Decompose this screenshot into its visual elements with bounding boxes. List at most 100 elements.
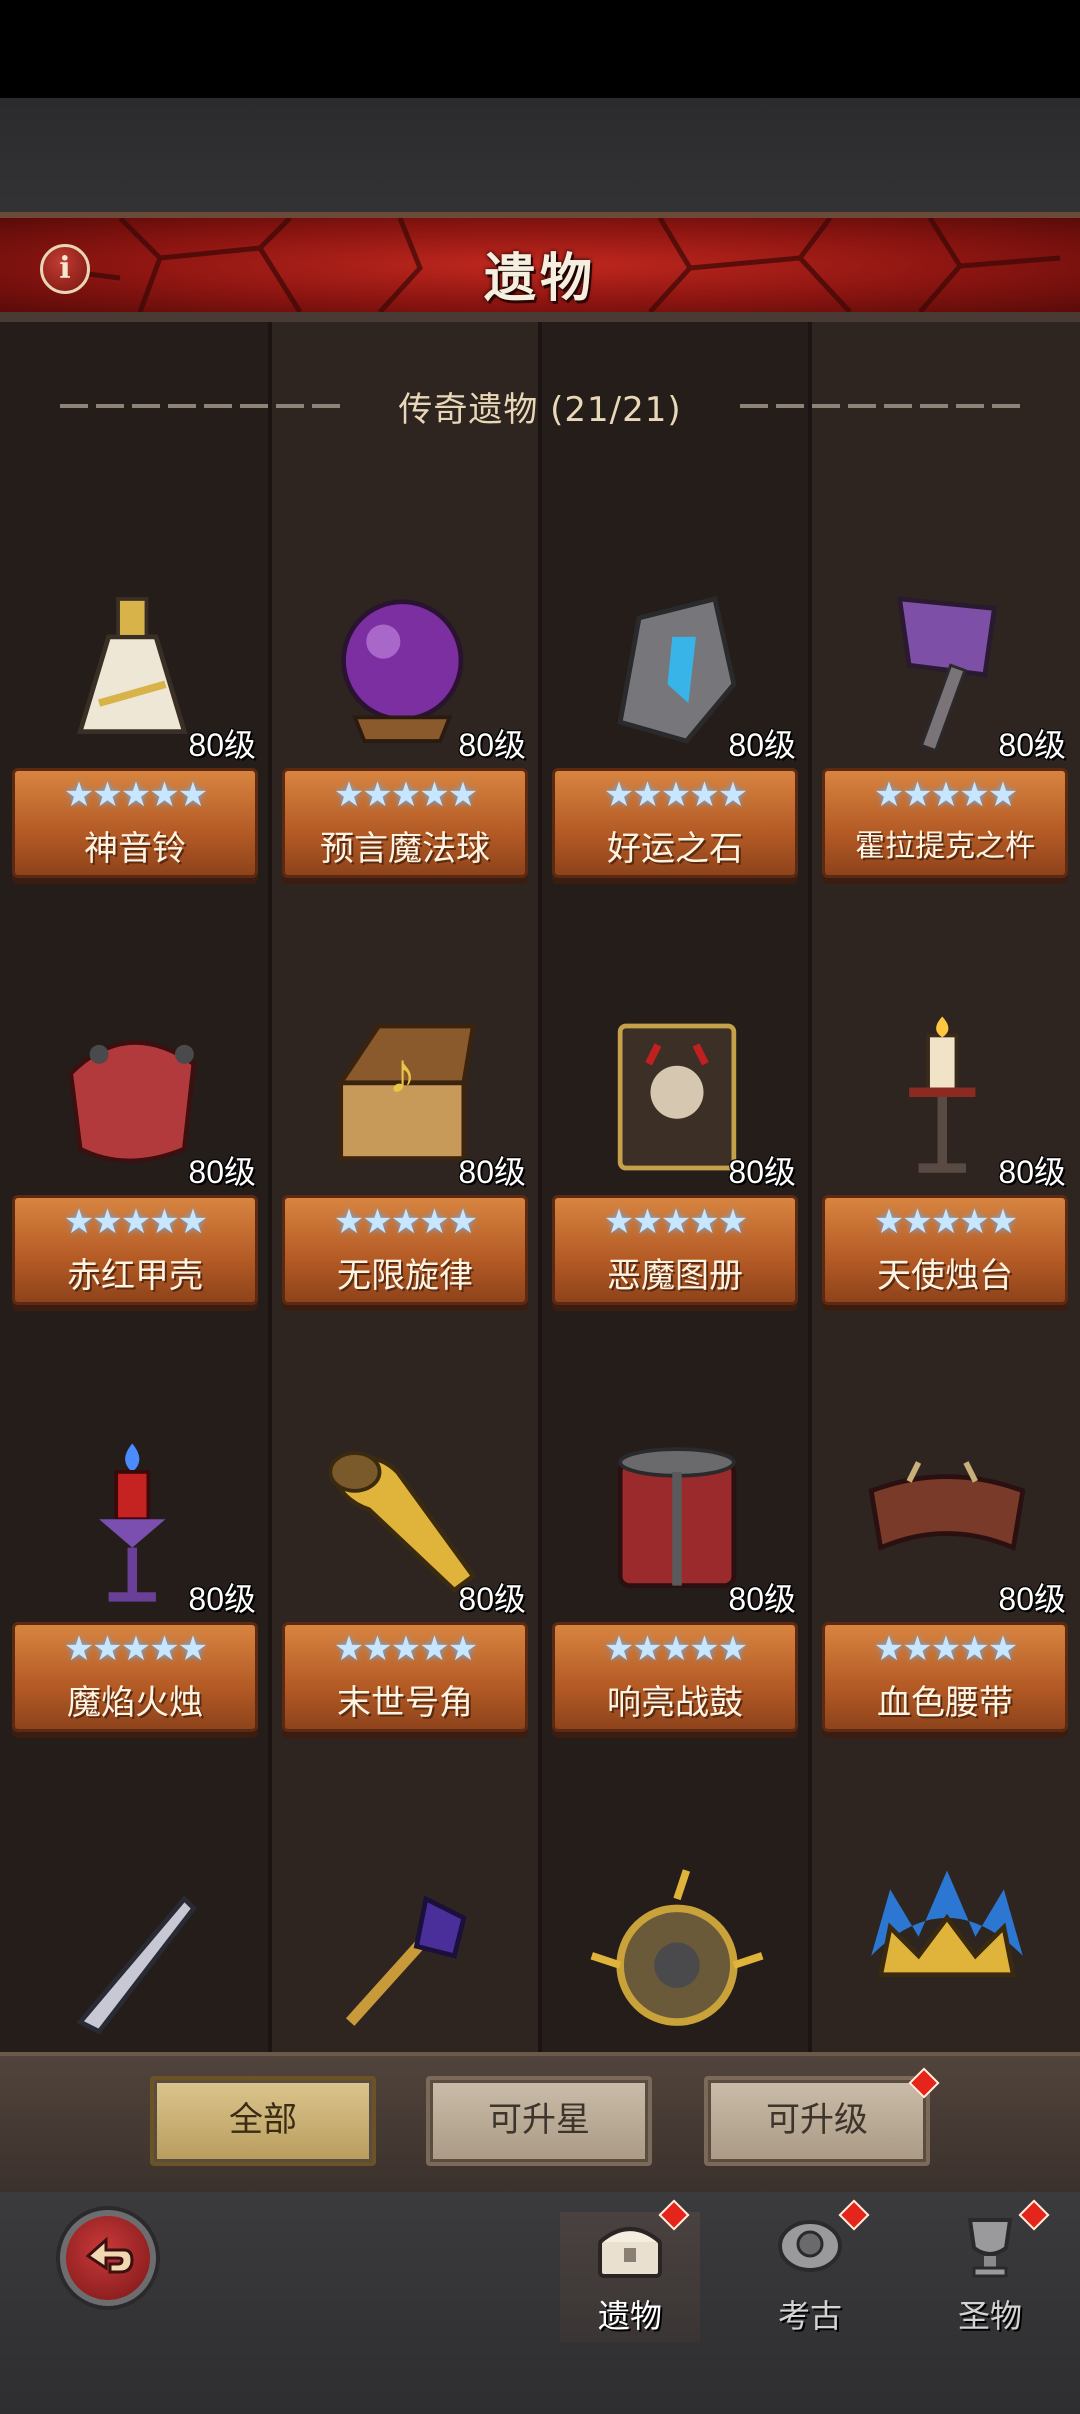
relic-name-plate: ★★★★★ 血色腰带 bbox=[822, 1622, 1068, 1732]
star-rating: ★★★★★ bbox=[873, 776, 1018, 814]
relic-name: 预言魔法球 bbox=[320, 829, 490, 869]
relic-name: 响亮战鼓 bbox=[607, 1683, 743, 1723]
status-bar bbox=[0, 0, 1080, 98]
relic-level: 80级 bbox=[728, 727, 796, 763]
relic-card[interactable]: 80级 ★★★★★ 神音铃 bbox=[12, 580, 258, 920]
star-rating: ★★★★★ bbox=[603, 1630, 748, 1668]
column-divider bbox=[268, 322, 272, 2052]
relic-level: 80级 bbox=[458, 1581, 526, 1617]
relic-card[interactable]: 80级 ★★★★★ 血色腰带 bbox=[822, 1434, 1068, 1774]
bottom-nav: 遗物 考古 圣物 bbox=[0, 2192, 1080, 2414]
relic-card[interactable] bbox=[12, 1861, 258, 2052]
blue-crown-icon bbox=[871, 1870, 1023, 1978]
title-banner: i 遗物 bbox=[0, 212, 1080, 322]
svg-text:♪: ♪ bbox=[388, 1042, 416, 1105]
star-rating: ★★★★★ bbox=[603, 776, 748, 814]
relic-name: 恶魔图册 bbox=[607, 1256, 743, 1296]
relic-card[interactable] bbox=[822, 1861, 1068, 2052]
star-rating: ★★★★★ bbox=[603, 1203, 748, 1241]
relic-level: 80级 bbox=[188, 1154, 256, 1190]
tab-label: 遗物 bbox=[597, 2297, 662, 2335]
scepter-icon bbox=[345, 1895, 467, 2026]
star-rating: ★★★★★ bbox=[873, 1203, 1018, 1241]
relic-level: 80级 bbox=[188, 727, 256, 763]
section-header: 传奇遗物 (21/21) bbox=[0, 382, 1080, 432]
relic-name: 赤红甲壳 bbox=[67, 1256, 203, 1296]
tab-label: 圣物 bbox=[957, 2297, 1022, 2335]
relic-name: 好运之石 bbox=[607, 829, 743, 869]
tab-relics[interactable]: 遗物 bbox=[560, 2212, 700, 2342]
trophy-icon bbox=[967, 2218, 1013, 2278]
relic-card[interactable]: 80级 ★★★★★ 赤红甲壳 bbox=[12, 1007, 258, 1347]
star-rating: ★★★★★ bbox=[63, 1203, 208, 1241]
relic-name-plate: ★★★★★ 响亮战鼓 bbox=[552, 1622, 798, 1732]
relic-name: 天使烛台 bbox=[877, 1256, 1013, 1296]
relic-level: 80级 bbox=[458, 1154, 526, 1190]
relic-card[interactable] bbox=[552, 1861, 798, 2052]
relic-card[interactable]: 80级 ★★★★★ 预言魔法球 bbox=[282, 580, 528, 920]
star-rating: ★★★★★ bbox=[333, 1203, 478, 1241]
filter-bar: 全部 可升星 可升级 bbox=[0, 2052, 1080, 2192]
filter-level-upgradable-button[interactable]: 可升级 bbox=[704, 2076, 930, 2166]
relic-name: 血色腰带 bbox=[877, 1683, 1013, 1723]
relic-name: 神音铃 bbox=[84, 829, 186, 869]
filter-label: 全部 bbox=[229, 2100, 297, 2140]
relic-name: 霍拉提克之杵 bbox=[855, 829, 1035, 864]
relic-name-plate: ★★★★★ 恶魔图册 bbox=[552, 1195, 798, 1305]
relic-chest-icon bbox=[598, 2227, 662, 2278]
archaeology-icon bbox=[778, 2220, 842, 2272]
tab-archaeology[interactable]: 考古 bbox=[740, 2212, 880, 2342]
relic-name-plate: ★★★★★ 无限旋律 bbox=[282, 1195, 528, 1305]
relic-name: 末世号角 bbox=[337, 1683, 473, 1723]
relic-level: 80级 bbox=[188, 1581, 256, 1617]
divider-line bbox=[60, 404, 340, 408]
relic-name-plate: ★★★★★ 好运之石 bbox=[552, 768, 798, 878]
relic-name-plate: ★★★★★ 预言魔法球 bbox=[282, 768, 528, 878]
relic-name-plate: ★★★★★ 魔焰火烛 bbox=[12, 1622, 258, 1732]
relic-card[interactable]: 80级 ★★★★★ 天使烛台 bbox=[822, 1007, 1068, 1347]
relic-level: 80级 bbox=[998, 727, 1066, 763]
spiked-orb-icon bbox=[590, 1869, 764, 2026]
relic-card[interactable]: 80级 ★★★★★ 末世号角 bbox=[282, 1434, 528, 1774]
star-rating: ★★★★★ bbox=[63, 776, 208, 814]
relic-name-plate: ★★★★★ 神音铃 bbox=[12, 768, 258, 878]
relic-card[interactable]: 80级 ★★★★★ 响亮战鼓 bbox=[552, 1434, 798, 1774]
section-title: 传奇遗物 (21/21) bbox=[398, 390, 682, 430]
star-rating: ★★★★★ bbox=[873, 1630, 1018, 1668]
relic-name: 无限旋律 bbox=[337, 1256, 473, 1296]
relic-card[interactable] bbox=[282, 1861, 528, 2052]
relic-name-plate: ★★★★★ 末世号角 bbox=[282, 1622, 528, 1732]
divider-line bbox=[740, 404, 1020, 408]
top-strip bbox=[0, 98, 1080, 216]
relic-name-plate: ★★★★★ 赤红甲壳 bbox=[12, 1195, 258, 1305]
relic-card[interactable]: 80级 ★★★★★ 魔焰火烛 bbox=[12, 1434, 258, 1774]
column-divider bbox=[808, 322, 812, 2052]
sword-icon bbox=[76, 1895, 197, 2035]
relic-name: 魔焰火烛 bbox=[67, 1683, 203, 1723]
star-rating: ★★★★★ bbox=[333, 776, 478, 814]
filter-label: 可升星 bbox=[488, 2100, 590, 2140]
relic-card[interactable]: 80级 ★★★★★ 霍拉提克之杵 bbox=[822, 580, 1068, 920]
column-divider bbox=[538, 322, 542, 2052]
relic-name-plate: ★★★★★ 天使烛台 bbox=[822, 1195, 1068, 1305]
back-arrow-icon bbox=[85, 2236, 134, 2274]
relic-grid-area[interactable]: 传奇遗物 (21/21) 80级 ★★★★★ 神音铃 80级 ★★★★★ 预言魔法球 80级… bbox=[0, 322, 1080, 2052]
filter-star-upgradable-button[interactable]: 可升星 bbox=[426, 2076, 652, 2166]
page-title: 遗物 bbox=[483, 249, 596, 309]
relic-card[interactable]: 80级 ★★★★★ 恶魔图册 bbox=[552, 1007, 798, 1347]
tab-label: 考古 bbox=[777, 2297, 842, 2335]
relic-level: 80级 bbox=[998, 1581, 1066, 1617]
back-button[interactable] bbox=[60, 2210, 156, 2306]
tab-sacred-items[interactable]: 圣物 bbox=[920, 2212, 1060, 2342]
relic-card[interactable]: ♪ 80级 ★★★★★ 无限旋律 bbox=[282, 1007, 528, 1347]
star-rating: ★★★★★ bbox=[333, 1630, 478, 1668]
relic-level: 80级 bbox=[728, 1581, 796, 1617]
relic-level: 80级 bbox=[998, 1154, 1066, 1190]
relic-level: 80级 bbox=[728, 1154, 796, 1190]
filter-all-button[interactable]: 全部 bbox=[150, 2076, 376, 2166]
relic-level: 80级 bbox=[458, 727, 526, 763]
relic-card[interactable]: 80级 ★★★★★ 好运之石 bbox=[552, 580, 798, 920]
relic-name-plate: ★★★★★ 霍拉提克之杵 bbox=[822, 768, 1068, 878]
star-rating: ★★★★★ bbox=[63, 1630, 208, 1668]
filter-label: 可升级 bbox=[766, 2100, 868, 2140]
